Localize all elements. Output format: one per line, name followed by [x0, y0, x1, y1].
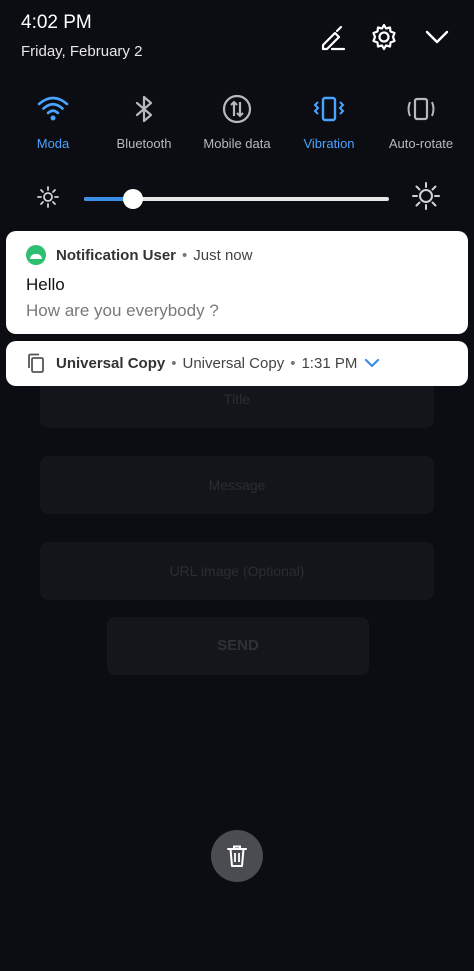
- toggle-auto-rotate[interactable]: Auto-rotate: [374, 90, 468, 151]
- app-icon: [26, 245, 46, 265]
- clear-all-button[interactable]: [211, 830, 263, 882]
- notification-header: 4:02 PM Friday, February 2: [0, 0, 474, 80]
- separator: •: [290, 354, 296, 372]
- notification-card[interactable]: Notification User • Just now Hello How a…: [6, 231, 468, 334]
- toggle-vibration[interactable]: Vibration: [282, 90, 376, 151]
- toggle-label: Vibration: [303, 136, 355, 151]
- brightness-slider-track[interactable]: [84, 189, 389, 209]
- notification-header-row: Notification User • Just now: [26, 245, 252, 265]
- settings-gear-icon[interactable]: [369, 22, 399, 52]
- notification-subtext: Universal Copy: [182, 354, 285, 372]
- quick-settings-toggles: Moda Bluetooth Mobile data Vibration Aut…: [0, 90, 474, 160]
- app-name: Universal Copy: [56, 354, 166, 372]
- toggle-label: Auto-rotate: [388, 136, 454, 151]
- brightness-slider-thumb[interactable]: [122, 189, 143, 209]
- mobile-data-icon: [220, 92, 254, 126]
- wifi-icon: [36, 92, 70, 126]
- expand-chevron-icon[interactable]: [363, 354, 381, 372]
- notification-time: 1:31 PM: [301, 354, 358, 372]
- toggle-label: Bluetooth: [116, 136, 172, 151]
- toggle-label: Mobile data: [203, 136, 271, 151]
- separator: •: [171, 354, 177, 372]
- separator: •: [182, 246, 188, 264]
- notification-body: How are you everybody ?: [26, 301, 219, 320]
- send-button: SEND: [107, 617, 369, 675]
- trash-icon: [227, 845, 247, 867]
- vibration-icon: [312, 92, 346, 126]
- toggle-mobile-data[interactable]: Mobile data: [190, 90, 284, 151]
- notification-time: Just now: [193, 246, 253, 264]
- notification-card[interactable]: Universal Copy • Universal Copy • 1:31 P…: [6, 341, 468, 386]
- toggle-bluetooth[interactable]: Bluetooth: [97, 90, 191, 151]
- notification-header-row: Universal Copy • Universal Copy • 1:31 P…: [26, 353, 381, 373]
- message-field: Message: [40, 456, 434, 514]
- brightness-low-icon: [37, 186, 59, 213]
- auto-rotate-icon: [404, 92, 438, 126]
- collapse-chevron-icon[interactable]: [422, 22, 452, 52]
- notification-title: Hello: [26, 275, 65, 294]
- app-name: Notification User: [56, 246, 177, 264]
- brightness-control: [0, 180, 474, 220]
- date-label: Friday, February 2: [21, 43, 143, 60]
- toggle-wifi[interactable]: Moda: [6, 90, 100, 151]
- bluetooth-icon: [127, 92, 161, 126]
- copy-icon: [26, 353, 46, 373]
- clock: 4:02 PM: [21, 12, 92, 33]
- background-app-form: Title Message URL image (Optional) SEND: [0, 360, 474, 690]
- url-image-field: URL image (Optional): [40, 542, 434, 600]
- brightness-high-icon: [412, 182, 440, 215]
- edit-icon[interactable]: [317, 22, 347, 52]
- toggle-label: Moda: [36, 136, 70, 151]
